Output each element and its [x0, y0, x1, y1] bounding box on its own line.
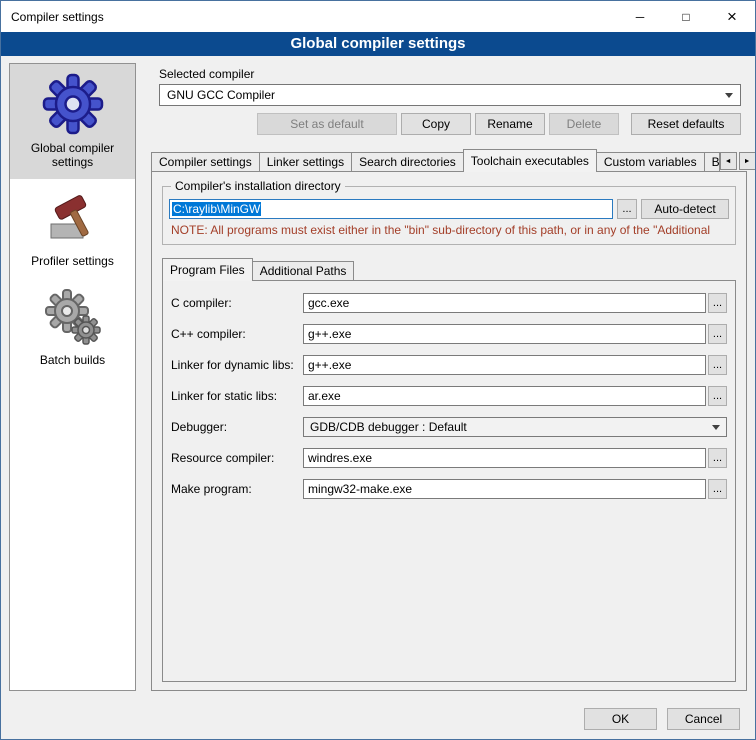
toolchain-executables-panel: Compiler's installation directory C:\ray… — [151, 171, 747, 691]
field-label: Linker for static libs: — [171, 389, 303, 403]
maximize-icon: □ — [682, 10, 689, 24]
program-tabs: Program Files Additional Paths — [162, 257, 738, 280]
titlebar[interactable]: Compiler settings ─ □ × — [1, 1, 755, 32]
installation-directory-group: Compiler's installation directory C:\ray… — [162, 186, 736, 245]
browse-dynamic-linker-button[interactable]: ... — [708, 355, 727, 375]
gears-icon — [43, 287, 103, 347]
installation-directory-input[interactable]: C:\raylib\MinGW — [169, 199, 613, 219]
field-value: ar.exe — [308, 389, 341, 403]
minimize-icon: ─ — [636, 10, 645, 24]
tab-build-options[interactable]: Builc — [704, 152, 720, 171]
field-row-make-program: Make program: mingw32-make.exe ... — [171, 479, 727, 499]
field-label: Linker for dynamic libs: — [171, 358, 303, 372]
sidebar-item-global-compiler-settings[interactable]: Global compiler settings — [10, 64, 135, 179]
tab-toolchain-executables[interactable]: Toolchain executables — [463, 149, 597, 172]
main-content: Selected compiler GNU GCC Compiler Set a… — [147, 61, 749, 691]
chevron-down-icon — [725, 93, 733, 98]
field-label: C compiler: — [171, 296, 303, 310]
close-button[interactable]: × — [709, 1, 755, 32]
browse-static-linker-button[interactable]: ... — [708, 386, 727, 406]
field-row-c-compiler: C compiler: gcc.exe ... — [171, 293, 727, 313]
make-program-input[interactable]: mingw32-make.exe — [303, 479, 706, 499]
sidebar-item-label: Global compiler settings — [12, 141, 133, 169]
cpp-compiler-input[interactable]: g++.exe — [303, 324, 706, 344]
resource-compiler-input[interactable]: windres.exe — [303, 448, 706, 468]
dialog-footer: OK Cancel — [584, 708, 740, 730]
copy-button[interactable]: Copy — [401, 113, 471, 135]
compiler-select[interactable]: GNU GCC Compiler — [159, 84, 741, 106]
profiler-icon — [43, 188, 103, 248]
field-label: Resource compiler: — [171, 451, 303, 465]
field-row-debugger: Debugger: GDB/CDB debugger : Default — [171, 417, 727, 437]
sidebar-item-profiler-settings[interactable]: Profiler settings — [10, 179, 135, 278]
sidebar-item-batch-builds[interactable]: Batch builds — [10, 278, 135, 377]
selected-compiler-label: Selected compiler — [159, 67, 749, 81]
c-compiler-input[interactable]: gcc.exe — [303, 293, 706, 313]
auto-detect-button[interactable]: Auto-detect — [641, 199, 729, 219]
field-value: g++.exe — [308, 358, 351, 372]
sidebar-item-label: Profiler settings — [12, 254, 133, 268]
group-title: Compiler's installation directory — [171, 179, 345, 193]
field-label: Debugger: — [171, 420, 303, 434]
minimize-button[interactable]: ─ — [617, 1, 663, 32]
dynamic-linker-input[interactable]: g++.exe — [303, 355, 706, 375]
window-controls: ─ □ × — [617, 1, 755, 32]
compiler-select-value: GNU GCC Compiler — [167, 88, 275, 102]
tab-program-files[interactable]: Program Files — [162, 258, 253, 281]
sidebar-item-label: Batch builds — [12, 353, 133, 367]
dialog-banner: Global compiler settings — [1, 32, 755, 56]
field-row-resource-compiler: Resource compiler: windres.exe ... — [171, 448, 727, 468]
static-linker-input[interactable]: ar.exe — [303, 386, 706, 406]
tab-additional-paths[interactable]: Additional Paths — [252, 261, 355, 280]
compiler-settings-window: Compiler settings ─ □ × Global compiler … — [0, 0, 756, 740]
compiler-actions: Set as default Copy Rename Delete Reset … — [159, 113, 741, 135]
tab-compiler-settings[interactable]: Compiler settings — [151, 152, 260, 171]
arrow-left-icon: ◄ — [725, 158, 732, 165]
field-row-cpp-compiler: C++ compiler: g++.exe ... — [171, 324, 727, 344]
program-files-panel: C compiler: gcc.exe ... C++ compiler: g+… — [162, 280, 736, 682]
browse-make-program-button[interactable]: ... — [708, 479, 727, 499]
set-as-default-button[interactable]: Set as default — [257, 113, 397, 135]
tab-scroll-left-button[interactable]: ◄ — [720, 152, 737, 170]
browse-cpp-compiler-button[interactable]: ... — [708, 324, 727, 344]
browse-directory-button[interactable]: ... — [617, 199, 637, 219]
installation-directory-value: C:\raylib\MinGW — [172, 202, 261, 216]
close-icon: × — [727, 8, 737, 25]
rename-button[interactable]: Rename — [475, 113, 545, 135]
window-title: Compiler settings — [1, 10, 104, 24]
settings-tabs: Compiler settings Linker settings Search… — [151, 148, 749, 171]
browse-resource-compiler-button[interactable]: ... — [708, 448, 727, 468]
cancel-button[interactable]: Cancel — [667, 708, 740, 730]
tab-search-directories[interactable]: Search directories — [351, 152, 464, 171]
reset-defaults-button[interactable]: Reset defaults — [631, 113, 741, 135]
tab-linker-settings[interactable]: Linker settings — [259, 152, 352, 171]
field-value: g++.exe — [308, 327, 351, 341]
field-value: gcc.exe — [308, 296, 349, 310]
tab-custom-variables[interactable]: Custom variables — [596, 152, 705, 171]
gear-icon — [42, 73, 104, 135]
ok-button[interactable]: OK — [584, 708, 657, 730]
field-value: windres.exe — [308, 451, 372, 465]
tab-scroll-buttons: ◄ ► — [720, 152, 756, 170]
category-list: Global compiler settings Profiler settin… — [9, 63, 136, 691]
note-text: NOTE: All programs must exist either in … — [171, 223, 729, 237]
field-label: C++ compiler: — [171, 327, 303, 341]
browse-c-compiler-button[interactable]: ... — [708, 293, 727, 313]
debugger-select[interactable]: GDB/CDB debugger : Default — [303, 417, 727, 437]
field-value: mingw32-make.exe — [308, 482, 412, 496]
delete-button[interactable]: Delete — [549, 113, 619, 135]
field-label: Make program: — [171, 482, 303, 496]
tab-scroll-right-button[interactable]: ► — [739, 152, 756, 170]
field-value: GDB/CDB debugger : Default — [310, 420, 467, 434]
field-row-static-linker: Linker for static libs: ar.exe ... — [171, 386, 727, 406]
arrow-right-icon: ► — [744, 158, 751, 165]
chevron-down-icon — [712, 425, 720, 430]
maximize-button[interactable]: □ — [663, 1, 709, 32]
field-row-dynamic-linker: Linker for dynamic libs: g++.exe ... — [171, 355, 727, 375]
